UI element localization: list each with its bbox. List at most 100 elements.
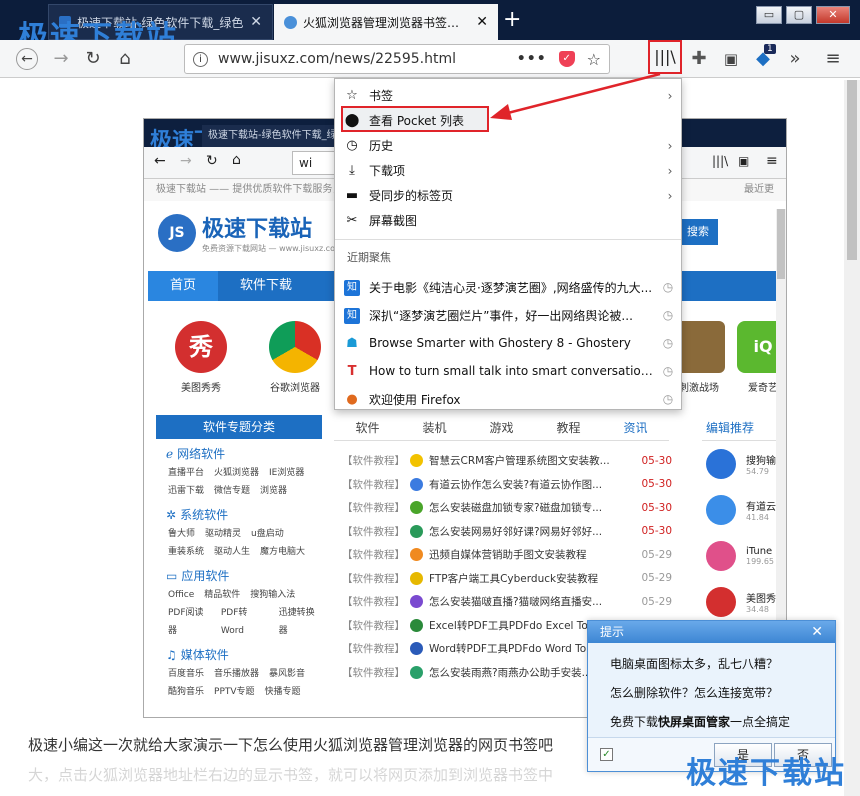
app-icon	[706, 449, 736, 479]
screenshot-icon: ✂	[346, 213, 358, 228]
app-name: 谷歌浏览器	[270, 383, 320, 394]
overflow-chevron-icon[interactable]: »	[784, 48, 806, 70]
category-name: 应用软件	[181, 569, 230, 583]
news-row: 【软件教程】 有道云协作怎么安装?有道云协作图... 05-30	[342, 473, 672, 497]
popup-line: 电脑桌面图标太多，乱七八糟？	[610, 657, 779, 671]
category-link: u盘启动	[251, 529, 284, 539]
recent-item-label: How to turn small talk into smart conver…	[369, 364, 655, 378]
article-text-faded: 大，点击火狐浏览器地址栏右边的显示书签，就可以将网页添加到浏览器书签中	[28, 766, 554, 784]
menu-item-label: 屏幕截图	[369, 214, 418, 228]
menu-item[interactable]: ◷ 历史 ›	[335, 133, 681, 158]
category-link: 百度音乐	[168, 669, 205, 679]
home-icon[interactable]: ⌂	[114, 48, 136, 70]
recent-highlight-item[interactable]: 知关于电影《纯洁心灵·逐梦演艺圈》,网络盛传的九大... ◷	[335, 273, 681, 301]
reload-icon[interactable]: ↻	[82, 48, 104, 70]
maximize-button[interactable]: ▢	[786, 6, 812, 24]
close-window-button[interactable]: ✕	[816, 6, 850, 24]
news-title: 怎么安装磁盘加锁专家?磁盘加锁专...	[429, 502, 603, 515]
library-icon[interactable]: |||\	[648, 40, 682, 74]
news-title: 有道云协作怎么安装?有道云协作图...	[429, 478, 603, 491]
app-size: 54.79	[746, 467, 769, 476]
news-tag: 【软件教程】	[342, 502, 405, 515]
menu-item[interactable]: ⬤ 查看 Pocket 列表	[335, 108, 681, 133]
category-name: 网络软件	[177, 447, 226, 461]
chrome-icon	[269, 321, 321, 373]
app-size: 34.48	[746, 605, 769, 614]
reload-icon: ↻	[206, 153, 218, 169]
recent-item-label: 关于电影《纯洁心灵·逐梦演艺圈》,网络盛传的九大...	[369, 280, 653, 295]
strip-right-text: 最近更	[744, 184, 774, 195]
category-link: 迅雷下载	[168, 486, 205, 496]
popup-checkbox[interactable]: ✓	[600, 748, 613, 761]
url-bar[interactable]: i www.jisuxz.com/news/22595.html ••• ✓ ☆	[184, 44, 610, 74]
new-tab-button[interactable]: +	[503, 8, 521, 32]
sidebar-icon: ▣	[738, 154, 750, 168]
close-tab-icon[interactable]: ✕	[476, 14, 488, 30]
app-icon	[706, 587, 736, 617]
category-link: 搜狗输入法	[250, 590, 296, 600]
close-icon[interactable]: ✕	[811, 621, 823, 643]
tab-title: 火狐浏览器管理浏览器书签教程	[303, 15, 471, 30]
meitu-icon: 秀	[175, 321, 227, 373]
menu-item-label: 受同步的标签页	[369, 189, 454, 203]
news-date: 05-30	[641, 454, 672, 467]
news-tag: 【软件教程】	[342, 525, 405, 538]
category-link: PDF阅读器	[168, 608, 204, 636]
category-name: 系统软件	[180, 508, 229, 522]
back-icon[interactable]: ←	[16, 48, 38, 70]
news-tag: 【软件教程】	[342, 478, 405, 491]
app-name: 刺激战场	[679, 383, 719, 394]
recent-highlight-item[interactable]: T How to turn small talk into smart conve…	[335, 357, 681, 385]
category-link: Office	[168, 590, 195, 600]
news-title: FTP客户端工具Cyberduck安装教程	[429, 572, 599, 585]
tab-active[interactable]: 火狐浏览器管理浏览器书签教程 ✕	[274, 4, 498, 40]
category-link: 浏览器	[260, 486, 288, 496]
recent-highlight-item[interactable]: ☗ Browse Smarter with Ghostery 8 - Ghoste…	[335, 329, 681, 357]
puzzle-icon[interactable]: ✚	[688, 48, 710, 70]
chevron-right-icon: ›	[667, 138, 673, 153]
url-text: www.jisuxz.com/news/22595.html	[218, 51, 456, 67]
menu-separator	[335, 239, 681, 240]
nav-software: 软件下载	[240, 278, 293, 293]
recent-highlight-item[interactable]: 知深扒“逐梦演艺圈烂片”事件，好一出网络舆论被... ◷	[335, 301, 681, 329]
page-scrollbar[interactable]	[844, 80, 860, 796]
category-link: 迅捷转换器	[278, 608, 315, 636]
pocket-icon[interactable]: ✓	[558, 51, 575, 67]
menu-item-label: 历史	[369, 139, 394, 153]
category-link: 暴风影音	[269, 669, 306, 679]
news-tag: 【软件教程】	[342, 596, 405, 609]
app-name: 爱奇艺	[748, 383, 778, 394]
app-icon	[410, 665, 423, 679]
forward-icon[interactable]: →	[50, 48, 72, 70]
menu-item[interactable]: ▬ 受同步的标签页 ›	[335, 183, 681, 208]
content-tabs: 软件 装机 游戏 教程 资讯	[334, 419, 669, 441]
synced-tabs-icon: ▬	[345, 188, 359, 203]
hamburger-menu-icon[interactable]: ≡	[822, 48, 844, 70]
news-title: 智慧云CRM客户管理系统图文安装教...	[429, 455, 610, 468]
news-tag: 【软件教程】	[342, 572, 405, 585]
sidebar-icon[interactable]: ▣	[720, 48, 742, 70]
recent-item-label: 深扒“逐梦演艺圈烂片”事件，好一出网络舆论被...	[369, 308, 633, 323]
content-tab: 软件	[355, 421, 380, 435]
category-link: 直播平台	[168, 468, 205, 478]
app-icon	[410, 501, 423, 515]
close-tab-icon[interactable]: ✕	[250, 14, 262, 30]
bookmark-star-icon[interactable]: ☆	[587, 50, 601, 69]
category-link: IE浏览器	[269, 468, 305, 478]
page-actions-icon[interactable]: •••	[517, 51, 547, 67]
scrollbar-thumb[interactable]	[847, 80, 857, 260]
minimize-button[interactable]: ▭	[756, 6, 782, 24]
clock-icon: ◷	[662, 280, 674, 294]
category-links: Office 精品软件 搜狗输入法	[168, 586, 322, 604]
category-title: ✲ 系统软件	[166, 506, 322, 523]
recent-highlight-item[interactable]: ● 欢迎使用 Firefox ◷	[335, 385, 681, 413]
menu-item[interactable]: ☆ 书签 ›	[335, 83, 681, 108]
popup-text: 一点全搞定	[730, 715, 791, 729]
app-size: 41.84	[746, 513, 769, 522]
app-name: 有道云	[746, 502, 776, 513]
menu-item[interactable]: ✂ 屏幕截图	[335, 208, 681, 233]
menu-item[interactable]: ⤓ 下载项 ›	[335, 158, 681, 183]
info-icon[interactable]: i	[193, 51, 208, 67]
recommend-item: iTune 199.65	[702, 533, 786, 579]
category-link: 魔方电脑大	[260, 547, 306, 557]
